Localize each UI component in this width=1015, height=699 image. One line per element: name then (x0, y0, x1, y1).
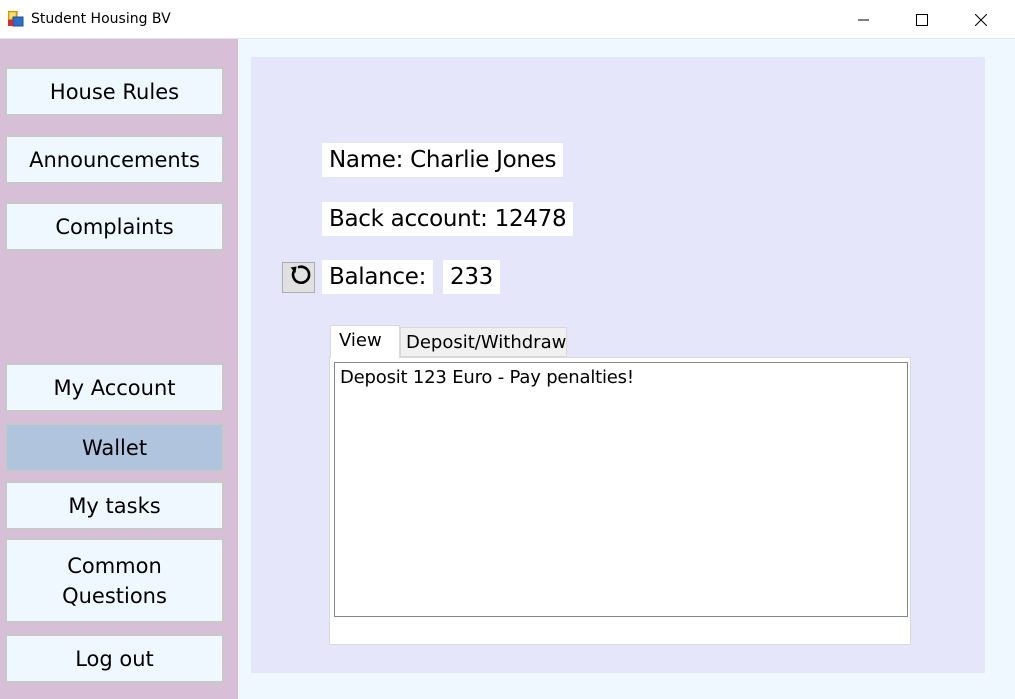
tab-view-label: View (339, 330, 382, 351)
announcements-label: Announcements (29, 147, 200, 172)
house-rules-button[interactable]: House Rules (5, 67, 224, 116)
complaints-label: Complaints (55, 214, 174, 239)
app-icon (7, 10, 24, 27)
announcements-button[interactable]: Announcements (5, 135, 224, 184)
refresh-balance-button[interactable] (282, 262, 315, 293)
name-label: Name: Charlie Jones (322, 143, 564, 177)
refresh-icon (287, 263, 311, 292)
tab-deposit-withdraw-label: Deposit/Withdraw (406, 332, 567, 353)
maximize-icon (916, 13, 928, 26)
my-account-label: My Account (53, 375, 176, 400)
balance-value: 233 (443, 260, 500, 294)
common-questions-label-line2: Questions (62, 583, 167, 608)
complaints-button[interactable]: Complaints (5, 202, 224, 251)
log-out-button[interactable]: Log out (5, 634, 224, 683)
wallet-button[interactable]: Wallet (5, 423, 224, 472)
minimize-button[interactable] (835, 0, 893, 39)
minimize-icon (858, 14, 870, 26)
log-out-label: Log out (75, 646, 154, 671)
my-account-button[interactable]: My Account (5, 363, 224, 412)
close-icon (975, 13, 987, 26)
tab-deposit-withdraw[interactable]: Deposit/Withdraw (400, 327, 567, 357)
maximize-button[interactable] (893, 0, 951, 39)
common-questions-label-line1: Common (67, 553, 162, 578)
transactions-list[interactable]: Deposit 123 Euro - Pay penalties! (334, 362, 908, 617)
bank-account-label: Back account: 12478 (322, 202, 574, 236)
my-tasks-button[interactable]: My tasks (5, 481, 224, 530)
tab-view[interactable]: View (330, 325, 400, 358)
title-bar: Student Housing BV (0, 0, 1015, 39)
list-item[interactable]: Deposit 123 Euro - Pay penalties! (340, 367, 634, 388)
wallet-label: Wallet (81, 435, 148, 460)
common-questions-button[interactable]: Common Questions (5, 538, 224, 623)
my-tasks-label: My tasks (68, 493, 161, 518)
close-button[interactable] (952, 0, 1010, 39)
balance-label: Balance: (322, 260, 434, 294)
window-title: Student Housing BV (31, 11, 171, 27)
house-rules-label: House Rules (49, 79, 180, 104)
